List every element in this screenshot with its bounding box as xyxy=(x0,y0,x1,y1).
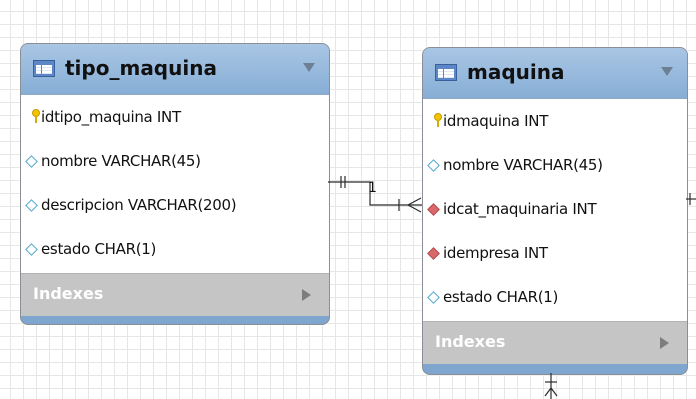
relationship-connectors: 1 xyxy=(328,176,696,399)
relationship-tipo-maquina-maquina[interactable] xyxy=(328,176,696,399)
relationship-label: 1 xyxy=(368,180,377,196)
